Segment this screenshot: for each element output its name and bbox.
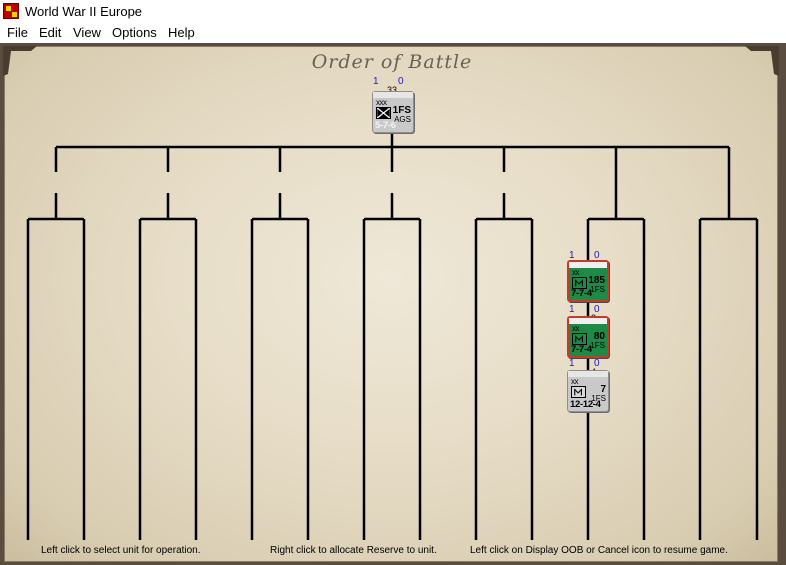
badge-left: 1 (569, 358, 575, 369)
badge-left: 1 (569, 304, 575, 315)
hq-symbol-icon (376, 107, 391, 119)
root-unit-badges: 1 0 (372, 76, 432, 88)
unit-stats: 12-12-4 (570, 399, 601, 410)
unit-parent: 1FS (590, 285, 605, 294)
unit-stats: 7-7-4 (571, 344, 592, 355)
instruction-resume: Left click on Display OOB or Cancel icon… (470, 545, 728, 556)
mountain-infantry-icon (571, 386, 586, 398)
unit-parent: AGS (394, 115, 411, 124)
echelon-marker: xx (572, 324, 580, 333)
badge-left: 1 (373, 76, 379, 87)
unit-stats: 7-7-4 (571, 288, 592, 299)
badge-right: 0 (398, 76, 404, 87)
instruction-left-click: Left click to select unit for operation. (41, 545, 201, 556)
unit-counter-80[interactable]: xx 80 1FS 7-7-4 (567, 316, 609, 358)
unit-counter-185[interactable]: xx 185 1FS 7-7-4 (567, 260, 609, 302)
unit-stats: 5-7-6 (375, 120, 396, 131)
tree-lines (26, 132, 759, 540)
echelon-marker: xx (572, 268, 580, 277)
unit-parent: 1FS (590, 341, 605, 350)
instruction-right-click: Right click to allocate Reserve to unit. (270, 545, 437, 556)
unit-counter-root[interactable]: xxx 1FS AGS 5-7-6 (372, 91, 414, 133)
unit-counter-7[interactable]: xx 7 1FS 12-12-4 (567, 370, 609, 412)
echelon-marker: xxx (376, 98, 387, 107)
echelon-marker: xx (571, 377, 579, 386)
